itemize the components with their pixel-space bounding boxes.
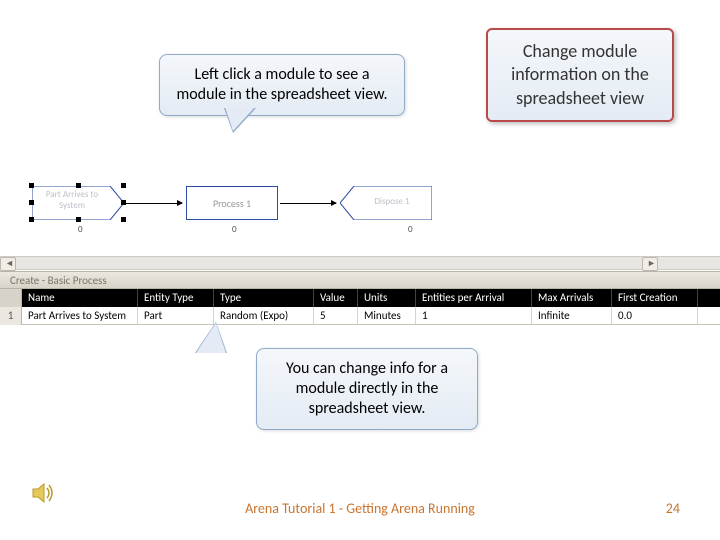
cell[interactable]: 5	[314, 307, 358, 324]
spreadsheet-header: NameEntity TypeTypeValueUnitsEntities pe…	[0, 289, 720, 307]
footer-title: Arena Tutorial 1 - Getting Arena Running	[0, 500, 720, 517]
column-header: Name	[22, 289, 138, 307]
callout-bottom-tail	[196, 323, 226, 353]
spreadsheet-row[interactable]: 1 Part Arrives to SystemPartRandom (Expo…	[0, 307, 720, 325]
cell[interactable]: Part Arrives to System	[22, 307, 138, 324]
column-header: Value	[314, 289, 358, 307]
create-count: 0	[78, 224, 83, 235]
cell[interactable]: Random (Expo)	[214, 307, 314, 324]
spreadsheet-corner	[0, 289, 22, 307]
process-count: 0	[232, 224, 237, 235]
scroll-left-button[interactable]: ◄	[0, 257, 16, 271]
column-header: Max Arrivals	[532, 289, 612, 307]
column-header: Entity Type	[138, 289, 214, 307]
chevron-right-icon: ►	[647, 258, 656, 269]
model-view: Part Arrives to System 0 Process 1 0 Dis…	[14, 170, 694, 250]
footer-page-number: 24	[666, 500, 680, 517]
connector-2	[280, 203, 336, 204]
chevron-left-icon: ◄	[5, 258, 14, 269]
dispose-module[interactable]: Dispose 1	[340, 186, 432, 220]
callout-change-info: You can change info for a module directl…	[256, 348, 478, 430]
spreadsheet-section-bar: Create - Basic Process	[0, 271, 720, 289]
callout-left-click-text: Left click a module to see a module in t…	[176, 65, 387, 104]
create-module[interactable]: Part Arrives to System	[32, 186, 124, 220]
process-module-label: Process 1	[213, 197, 251, 210]
process-module[interactable]: Process 1	[186, 186, 278, 220]
slide-title: Change module information on the spreads…	[486, 28, 674, 122]
callout-left-click: Left click a module to see a module in t…	[159, 54, 405, 116]
cell[interactable]: Minutes	[358, 307, 416, 324]
connector-1	[126, 203, 182, 204]
column-header: Type	[214, 289, 314, 307]
cell[interactable]: 1	[416, 307, 532, 324]
cell[interactable]: Infinite	[532, 307, 612, 324]
dispose-count: 0	[408, 224, 413, 235]
dispose-module-label: Dispose 1	[356, 196, 428, 207]
column-header: Entities per Arrival	[416, 289, 532, 307]
scroll-right-button[interactable]: ►	[642, 257, 658, 271]
callout-tail	[225, 107, 255, 131]
cell[interactable]: 0.0	[612, 307, 698, 324]
column-header: Units	[358, 289, 416, 307]
callout-change-info-text: You can change info for a module directl…	[286, 359, 448, 418]
create-module-label: Part Arrives to System	[36, 190, 108, 212]
row-number: 1	[0, 307, 22, 325]
column-header: First Creation	[612, 289, 698, 307]
horizontal-scrollbar[interactable]: ◄ ►	[0, 256, 720, 270]
